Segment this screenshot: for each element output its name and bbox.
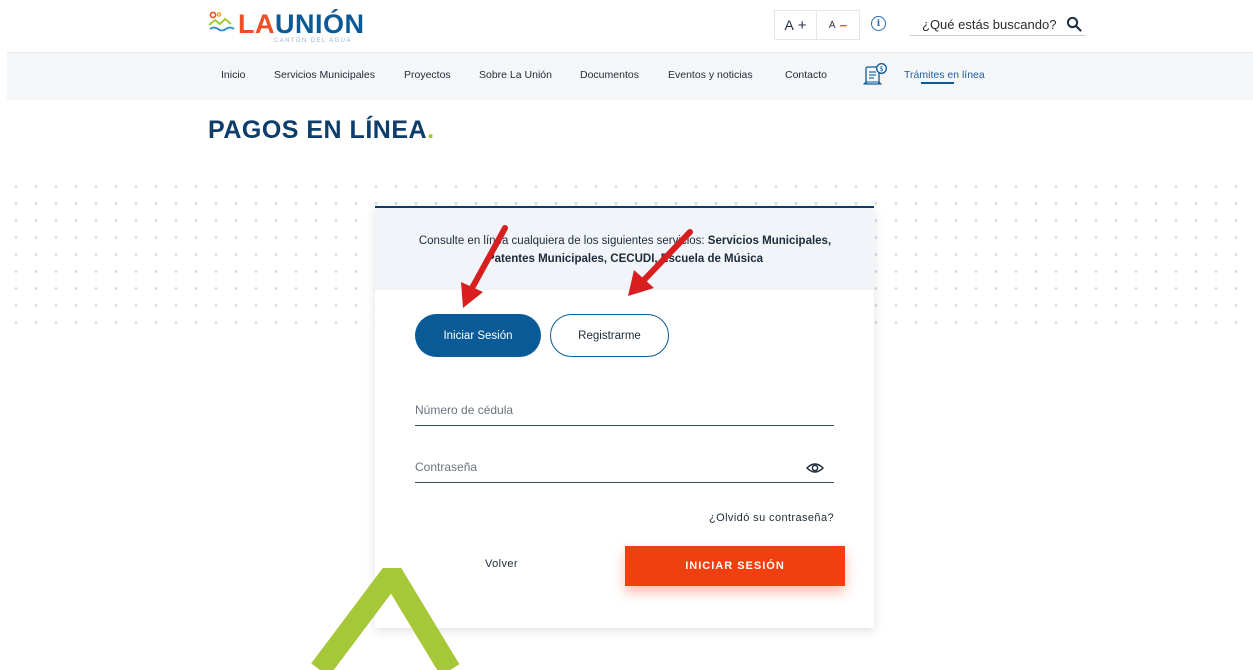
cedula-input[interactable] xyxy=(415,400,795,420)
main-nav: Inicio Servicios Municipales Proyectos S… xyxy=(7,52,1253,100)
font-decrease-button[interactable]: A − xyxy=(817,11,859,39)
back-link[interactable]: Volver xyxy=(485,558,518,570)
document-payment-icon: $ xyxy=(863,63,887,85)
password-field xyxy=(415,451,834,483)
page-title: PAGOS EN LÍNEA. xyxy=(208,116,435,145)
nav-item-tramites-label: Trámites en línea xyxy=(904,69,985,81)
logo-wordmark-text: LAUNIÓN xyxy=(238,9,365,39)
nav-item-proyectos[interactable]: Proyectos xyxy=(404,69,451,81)
password-input[interactable] xyxy=(415,457,795,477)
nav-item-servicios-municipales[interactable]: Servicios Municipales xyxy=(274,69,375,81)
nav-item-contacto[interactable]: Contacto xyxy=(785,69,827,81)
annotation-arrow-left xyxy=(461,225,508,308)
nav-item-inicio[interactable]: Inicio xyxy=(221,69,246,81)
search-bar[interactable]: ¿Qué estás buscando? xyxy=(910,12,1086,36)
eye-icon[interactable] xyxy=(806,461,824,475)
annotation-arrow-right xyxy=(628,229,693,296)
logo-subtitle: CANTÓN DEL AGUA xyxy=(274,38,352,44)
logo-mark-icon xyxy=(208,11,235,32)
search-input[interactable]: ¿Qué estás buscando? xyxy=(922,17,1056,32)
plus-icon: + xyxy=(797,16,807,34)
font-size-controls: A + A − xyxy=(774,10,860,40)
info-icon[interactable]: i xyxy=(871,16,886,31)
login-submit-button[interactable]: INICIAR SESIÓN xyxy=(625,546,845,586)
tab-register[interactable]: Registrarme xyxy=(550,314,669,357)
active-nav-indicator xyxy=(921,82,954,84)
forgot-password-link[interactable]: ¿Olvidó su contraseña? xyxy=(665,512,834,524)
tab-login[interactable]: Iniciar Sesión xyxy=(415,314,541,357)
page-title-text: PAGOS EN LÍNEA xyxy=(208,116,428,144)
page-title-dot: . xyxy=(427,116,435,144)
font-increase-button[interactable]: A + xyxy=(775,11,818,39)
font-decrease-label: A xyxy=(828,19,836,31)
nav-item-eventos-y-noticias[interactable]: Eventos y noticias xyxy=(668,69,753,81)
search-icon[interactable] xyxy=(1066,16,1082,32)
minus-icon: − xyxy=(839,17,848,33)
nav-item-sobre-la-union[interactable]: Sobre La Unión xyxy=(479,69,552,81)
logo-wordmark: LAUNIÓN xyxy=(238,9,365,40)
green-triangle-decoration xyxy=(311,568,460,670)
nav-item-documentos[interactable]: Documentos xyxy=(580,69,639,81)
cedula-field xyxy=(415,394,834,426)
font-increase-label: A xyxy=(784,17,794,33)
svg-text:$: $ xyxy=(879,65,883,73)
